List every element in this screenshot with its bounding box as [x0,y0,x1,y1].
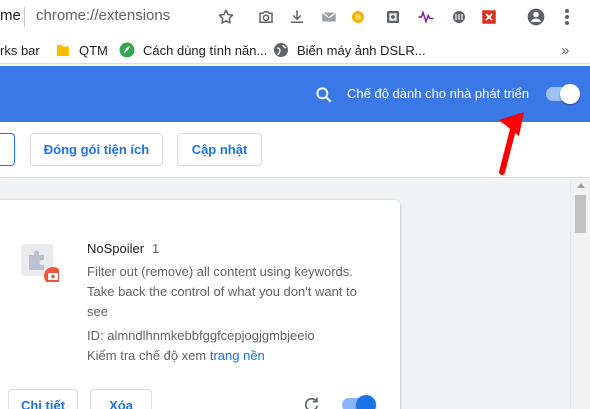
bookmark-label: Cách dùng tính năn... [143,42,268,58]
pack-extension-button[interactable]: Đóng gói tiện ích [30,133,163,166]
bookmark-label: rks bar [0,42,40,58]
wave-icon[interactable] [415,6,437,28]
details-button[interactable]: Chi tiết [8,389,78,409]
remove-button[interactable]: Xóa [90,389,152,409]
extension-enabled-toggle[interactable] [342,395,378,409]
scroll-up-arrow-icon[interactable] [577,183,585,188]
search-icon[interactable] [314,85,334,105]
bookmarks-bar: rks bar QTM Cách dùng tính năn... Biến m… [0,34,590,64]
toggle-knob [356,395,376,409]
inspect-views: Kiểm tra chế độ xem trang nền [87,348,265,363]
download-icon[interactable] [286,6,308,28]
address-bar-url[interactable]: chrome://extensions [36,7,170,24]
bookmarks-overflow-button[interactable]: » [561,40,569,60]
extensions-list: NoSpoiler 1 Filter out (remove) all cont… [0,179,570,409]
bookmark-label: Biến máy ảnh DSLR... [297,42,426,58]
extension-name: NoSpoiler [87,241,145,256]
extension-id: ID: almndlhnmkebbfggfcepjogjgmbjeeio [87,328,315,343]
extension-description: Filter out (remove) all content using ke… [87,264,357,319]
update-button[interactable]: Cập nhật [177,133,262,166]
inspect-views-label: Kiểm tra chế độ xem [87,348,207,363]
account-icon[interactable] [525,6,547,28]
chrome-extensions-page: me chrome://extensions rks bar QTM Cách … [0,0,590,409]
developer-mode-toggle[interactable] [544,84,580,104]
bookmark-label: QTM [79,42,108,58]
scroll-thumb[interactable] [575,195,586,233]
toggle-knob [560,84,580,104]
bookmark-item-bookmarks-bar[interactable]: rks bar [0,40,40,60]
extension-version: 1 [152,241,160,256]
tab-partial-label: me [0,7,21,24]
developer-mode-label: Chế độ dành cho nhà phát triển [347,86,530,101]
folder-icon [55,42,71,58]
email-icon[interactable] [318,6,340,28]
omnibox-divider [24,7,25,27]
web-icon[interactable] [448,6,470,28]
leaf-icon [119,42,135,58]
coin-icon[interactable] [347,6,369,28]
reload-icon[interactable] [301,395,321,409]
star-icon[interactable] [215,6,237,28]
puzzle-icon [21,244,62,285]
background-page-link[interactable]: trang nền [210,348,265,363]
more-icon[interactable] [556,6,578,28]
bookmark-item-cach-dung[interactable]: Cách dùng tính năn... [119,40,267,60]
photo-icon[interactable] [382,6,404,28]
omnibox-row: me chrome://extensions [0,0,590,34]
developer-toolbar: Đóng gói tiện ích Cập nhật [0,122,590,178]
extensions-header: Chế độ dành cho nhà phát triển [0,66,590,122]
extension-card: NoSpoiler 1 Filter out (remove) all cont… [0,200,400,409]
bookmark-item-qtm[interactable]: QTM [55,40,108,60]
bookmark-item-bien-may-anh[interactable]: Biến máy ảnh DSLR... [273,40,426,60]
camera-icon[interactable] [255,6,277,28]
globe-icon [273,42,289,58]
page-scrollbar[interactable] [570,179,590,409]
close-box-icon[interactable] [478,6,500,28]
load-unpacked-button[interactable] [0,133,15,166]
